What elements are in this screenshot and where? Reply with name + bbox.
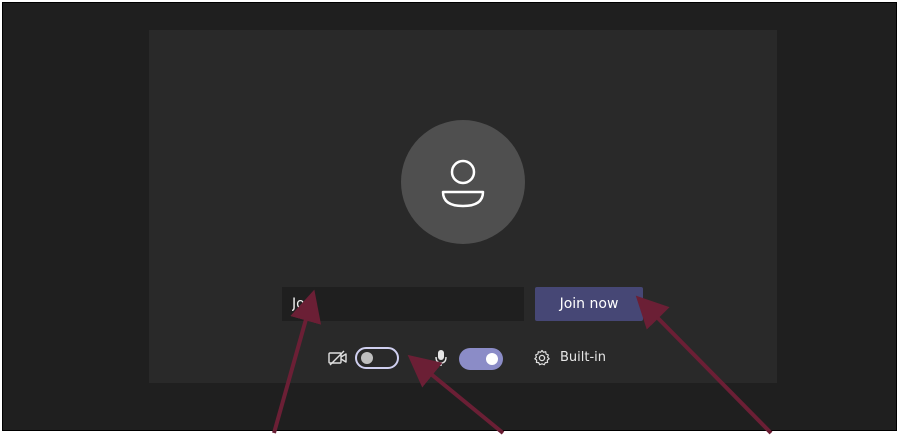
prejoin-panel: Join now (149, 30, 777, 383)
microphone-toggle[interactable] (459, 348, 503, 370)
gear-icon[interactable] (533, 349, 551, 371)
user-avatar-icon (401, 120, 525, 244)
name-input[interactable] (282, 287, 524, 321)
camera-toggle-knob (361, 352, 373, 364)
camera-off-icon (328, 350, 348, 370)
microphone-icon (434, 349, 448, 371)
join-now-button[interactable]: Join now (535, 287, 643, 321)
window-frame: Join now (2, 2, 897, 431)
microphone-toggle-knob (486, 353, 498, 365)
camera-toggle[interactable] (355, 347, 399, 369)
audio-device-label[interactable]: Built-in (560, 350, 606, 365)
